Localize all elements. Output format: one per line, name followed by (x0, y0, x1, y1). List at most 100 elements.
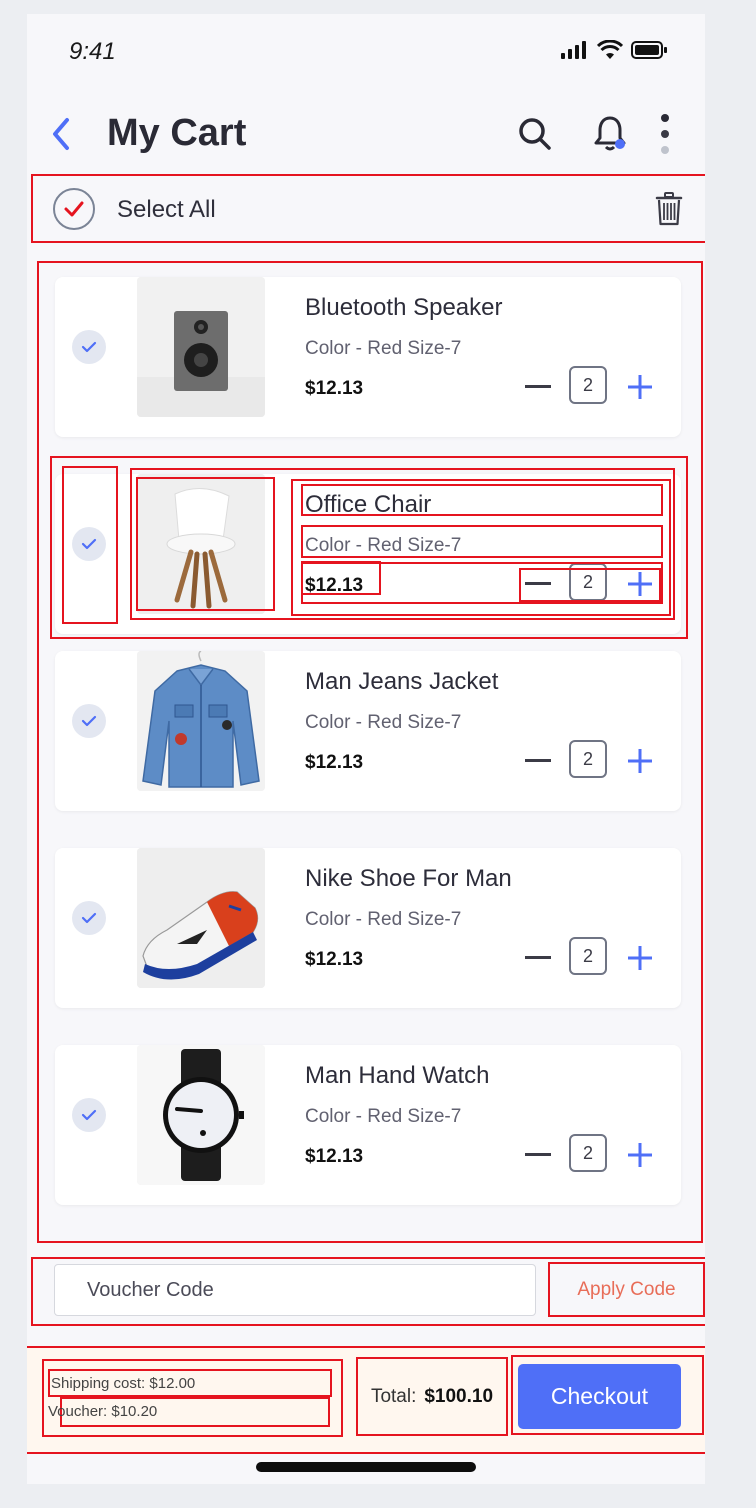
item-name: Nike Shoe For Man (305, 865, 512, 892)
bell-icon (594, 116, 626, 151)
signal-icon (561, 40, 586, 59)
cart-item: Office Chair Color - Red Size-7 $12.13 2 (55, 474, 681, 634)
cart-list: Bluetooth Speaker Color - Red Size-7 $12… (37, 261, 703, 1243)
watch-image (137, 1045, 265, 1185)
qty-increase-button[interactable] (627, 374, 653, 400)
status-bar: 9:41 (27, 14, 705, 89)
qty-value[interactable]: 2 (569, 1134, 607, 1172)
shipping-cost: Shipping cost: $12.00 (48, 1369, 332, 1397)
cart-item: Man Hand Watch Color - Red Size-7 $12.13… (55, 1045, 681, 1205)
item-variant: Color - Red Size-7 (305, 909, 462, 930)
qty-value[interactable]: 2 (569, 740, 607, 778)
plus-icon (628, 749, 652, 773)
product-image[interactable] (137, 651, 265, 791)
qty-increase-button[interactable] (627, 571, 653, 597)
item-price: $12.13 (305, 378, 364, 399)
trash-icon (655, 192, 683, 226)
page-title: My Cart (107, 112, 247, 154)
total-value: $100.10 (424, 1385, 494, 1407)
product-image[interactable] (137, 848, 265, 988)
item-checkbox[interactable] (72, 330, 106, 364)
cart-item: Man Jeans Jacket Color - Red Size-7 $12.… (55, 651, 681, 811)
item-checkbox[interactable] (72, 901, 106, 935)
voucher-input[interactable] (54, 1264, 536, 1316)
shoe-image (137, 848, 265, 988)
phone-screen: 9:41 My Cart Select All Bluetooth Speake… (27, 14, 705, 1484)
item-checkbox[interactable] (72, 704, 106, 738)
item-variant: Color - Red Size-7 (305, 712, 462, 733)
jacket-image (137, 651, 265, 791)
cost-breakdown: Shipping cost: $12.00 Voucher: $10.20 (42, 1359, 343, 1437)
cart-item: Bluetooth Speaker Color - Red Size-7 $12… (55, 277, 681, 437)
item-checkbox[interactable] (72, 1098, 106, 1132)
status-time: 9:41 (69, 38, 116, 65)
item-name: Bluetooth Speaker (305, 294, 503, 321)
item-checkbox[interactable] (72, 527, 106, 561)
total: Total: $100.10 (356, 1357, 508, 1436)
plus-icon (628, 572, 652, 596)
item-name: Man Hand Watch (305, 1062, 490, 1089)
minus-icon (525, 759, 551, 762)
qty-increase-button[interactable] (627, 945, 653, 971)
check-icon (81, 538, 97, 550)
minus-icon (525, 385, 551, 388)
header: My Cart (27, 104, 705, 174)
item-price: $12.13 (305, 949, 364, 970)
search-icon (519, 118, 551, 150)
notification-button[interactable] (590, 112, 630, 156)
check-icon (81, 1109, 97, 1121)
wifi-icon (597, 40, 623, 59)
qty-decrease-button[interactable] (525, 571, 551, 597)
checkout-button[interactable]: Checkout (518, 1364, 681, 1429)
item-price: $12.13 (305, 752, 364, 773)
item-price: $12.13 (305, 575, 364, 596)
plus-icon (628, 375, 652, 399)
item-price: $12.13 (305, 1146, 364, 1167)
item-variant: Color - Red Size-7 (305, 535, 462, 556)
qty-decrease-button[interactable] (525, 374, 551, 400)
check-icon (81, 341, 97, 353)
chevron-left-icon (53, 118, 69, 150)
item-name: Office Chair (305, 491, 432, 518)
qty-value[interactable]: 2 (569, 937, 607, 975)
search-button[interactable] (515, 112, 555, 156)
qty-value[interactable]: 2 (569, 563, 607, 601)
order-summary: Shipping cost: $12.00 Voucher: $10.20 To… (27, 1346, 705, 1454)
home-indicator[interactable] (256, 1462, 476, 1472)
select-all-checkbox[interactable] (53, 188, 95, 230)
item-variant: Color - Red Size-7 (305, 338, 462, 359)
product-image[interactable] (137, 1045, 265, 1185)
chair-image (137, 474, 265, 614)
apply-code-button[interactable]: Apply Code (548, 1262, 705, 1317)
more-vertical-icon (661, 114, 669, 154)
plus-icon (628, 946, 652, 970)
select-all-bar: Select All (31, 174, 705, 243)
cart-item: Nike Shoe For Man Color - Red Size-7 $12… (55, 848, 681, 1008)
back-button[interactable] (49, 114, 79, 154)
check-icon (81, 912, 97, 924)
status-icons (561, 40, 667, 59)
item-variant: Color - Red Size-7 (305, 1106, 462, 1127)
qty-increase-button[interactable] (627, 748, 653, 774)
check-icon (81, 715, 97, 727)
product-image[interactable] (137, 277, 265, 417)
qty-decrease-button[interactable] (525, 1142, 551, 1168)
plus-icon (628, 1143, 652, 1167)
product-image[interactable] (137, 474, 265, 614)
item-name: Man Jeans Jacket (305, 668, 499, 695)
voucher-row: Apply Code (31, 1257, 705, 1326)
speaker-image (137, 277, 265, 417)
check-icon (64, 201, 84, 217)
minus-icon (525, 582, 551, 585)
qty-decrease-button[interactable] (525, 945, 551, 971)
qty-decrease-button[interactable] (525, 748, 551, 774)
select-all-label: Select All (117, 196, 216, 223)
minus-icon (525, 956, 551, 959)
delete-button[interactable] (655, 192, 683, 231)
total-label: Total: (370, 1385, 417, 1407)
qty-value[interactable]: 2 (569, 366, 607, 404)
battery-icon (631, 40, 667, 59)
more-button[interactable] (655, 112, 675, 156)
voucher-discount: Voucher: $10.20 (48, 1397, 330, 1427)
qty-increase-button[interactable] (627, 1142, 653, 1168)
